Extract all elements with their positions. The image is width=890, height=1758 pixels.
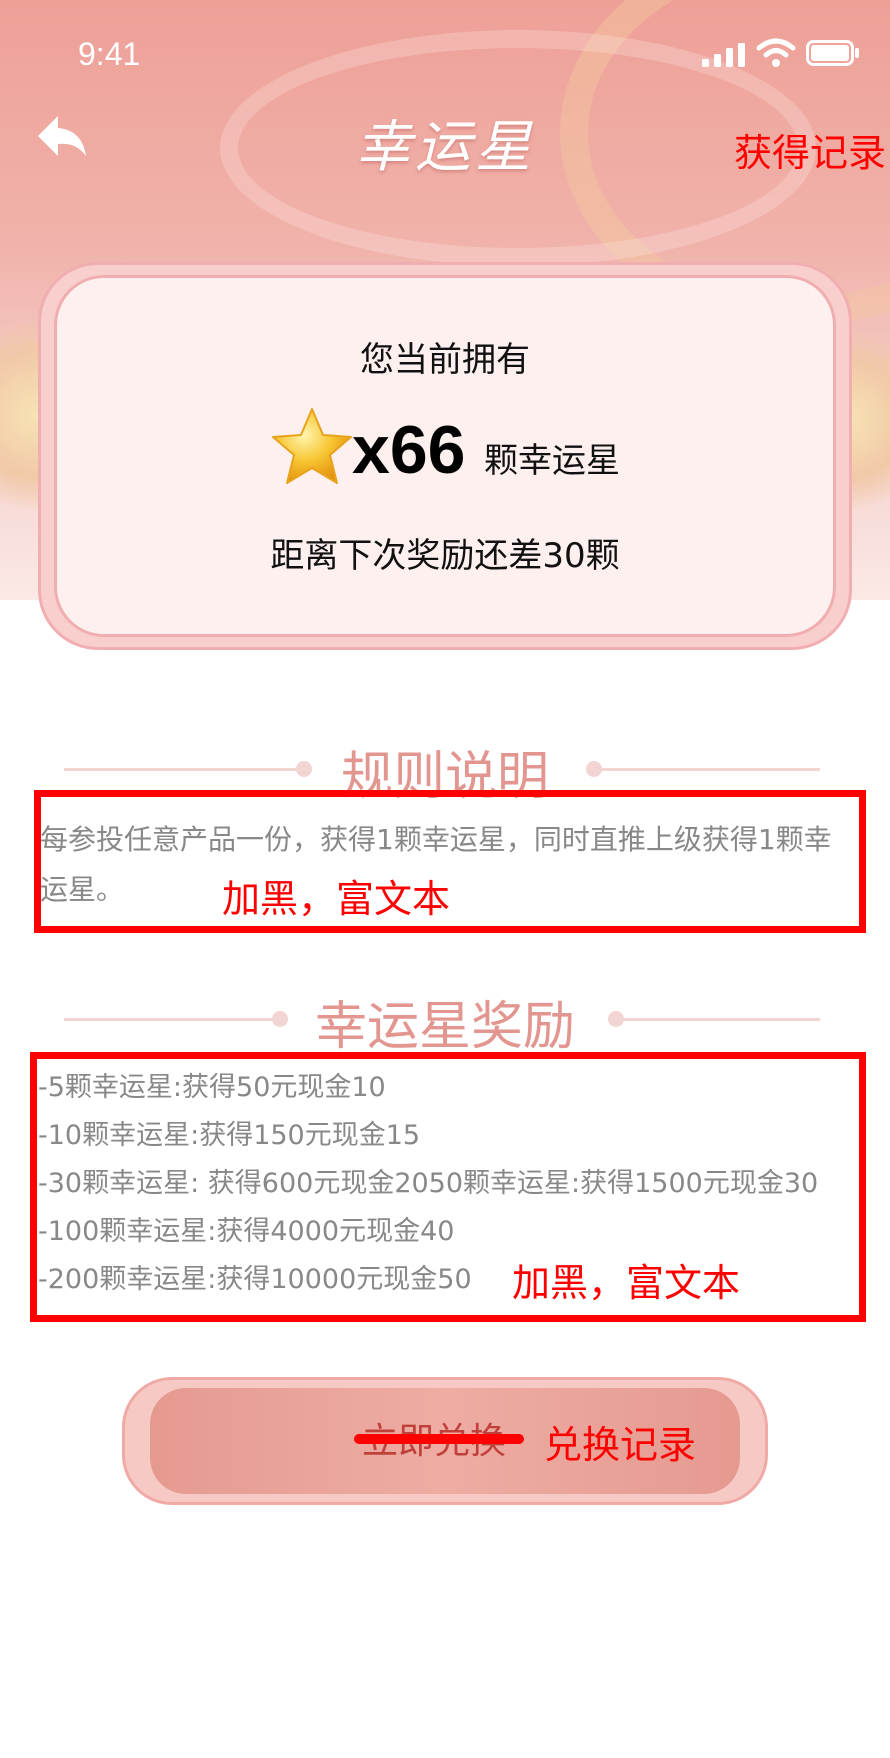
reward-item: -30颗幸运星: 获得600元现金2050颗幸运星:获得1500元现金30 (38, 1168, 819, 1199)
rules-annotation: 加黑，富文本 (222, 877, 451, 921)
reward-item: -10颗幸运星:获得150元现金15 (38, 1120, 421, 1151)
rewards-annotation: 加黑，富文本 (512, 1261, 741, 1305)
reward-item: -5颗幸运星:获得50元现金10 (38, 1072, 386, 1103)
rewards-title: 幸运星奖励 (314, 997, 575, 1057)
next-reward-text: 距离下次奖励还差30颗 (270, 536, 620, 576)
redeem-record-label: 兑换记录 (544, 1423, 697, 1467)
divider-dot (586, 761, 602, 777)
battery-icon (806, 40, 859, 66)
divider-line (602, 768, 820, 771)
status-time: 9:41 (78, 36, 141, 72)
wifi-icon (756, 38, 796, 67)
star-icon (272, 408, 352, 484)
status-bar: 9:41 (0, 0, 890, 100)
star-count-unit: 颗幸运星 (484, 441, 620, 481)
divider-dot (608, 1011, 624, 1027)
reward-item: -100颗幸运星:获得4000元现金40 (38, 1216, 455, 1247)
signal-icon (702, 43, 745, 67)
own-label: 您当前拥有 (360, 340, 530, 380)
earn-record-link[interactable]: 获得记录 (734, 122, 886, 177)
star-count-row: x66 颗幸运星 (270, 405, 690, 495)
nav-bar: 幸运星 获得记录 (0, 100, 890, 190)
star-count: x66 (352, 412, 466, 488)
divider-line (624, 1018, 820, 1021)
strikethrough-mark (354, 1434, 524, 1444)
